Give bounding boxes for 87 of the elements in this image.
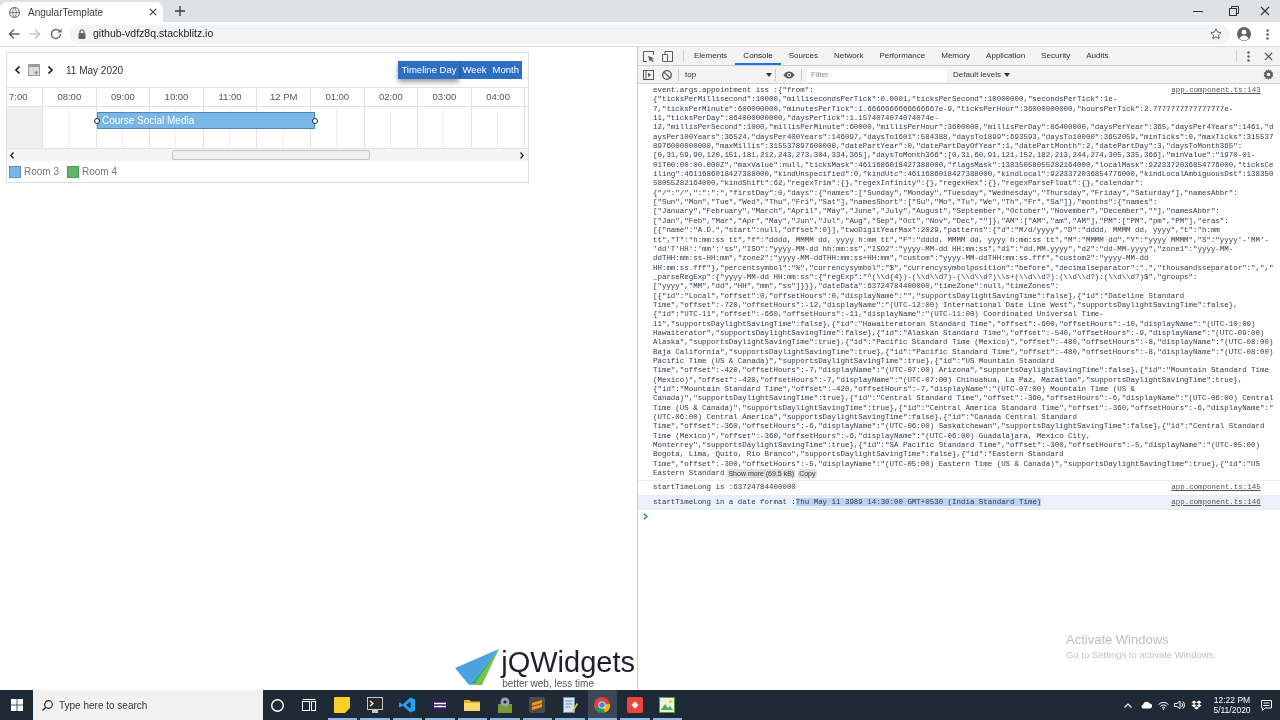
devtools-tab[interactable]: Audits — [1078, 47, 1117, 65]
four-squares-icon[interactable] — [10, 699, 23, 711]
filter-field[interactable]: Filter — [807, 67, 947, 82]
view-button[interactable]: Week — [459, 61, 490, 79]
cloud-icon[interactable] — [1140, 701, 1152, 709]
close-icon[interactable] — [1264, 51, 1273, 61]
close-icon[interactable] — [1260, 6, 1270, 16]
device-icon[interactable] — [662, 50, 673, 62]
logo-name: jQWidgets — [501, 646, 635, 678]
logo-tagline: better web, less time — [502, 678, 594, 689]
legend-label: Room 3 — [24, 165, 59, 179]
paper-plane-icon — [455, 649, 500, 685]
back-arrow-icon[interactable] — [8, 28, 20, 40]
gear-box-icon — [496, 697, 513, 713]
devtools-tab[interactable]: Performance — [871, 47, 934, 65]
resize-handle[interactable] — [94, 118, 100, 124]
close-icon[interactable] — [149, 8, 157, 16]
eye-icon[interactable] — [783, 70, 795, 79]
hour-label: 7:00 — [7, 88, 43, 106]
menu-icon[interactable] — [1247, 50, 1250, 62]
hour-label: 09:00 — [96, 88, 151, 106]
hour-label: 03:00 — [418, 88, 472, 106]
search-field[interactable]: Type here to search — [33, 690, 263, 720]
wifi-icon[interactable] — [1158, 700, 1169, 710]
scroll-left-icon[interactable] — [10, 151, 14, 159]
hour-label: 02:00 — [364, 88, 419, 106]
browser-tab[interactable]: AngularTemplate — [0, 2, 163, 22]
inspect-icon[interactable] — [643, 50, 654, 62]
scrollbar-thumb[interactable] — [172, 150, 370, 160]
notepad-icon — [561, 697, 578, 713]
caret-icon — [766, 72, 772, 77]
devtools-tab[interactable]: Security — [1033, 47, 1079, 65]
picture-icon — [659, 697, 676, 713]
lock-icon — [78, 29, 86, 39]
sidebar-icon[interactable] — [643, 69, 654, 80]
view-button[interactable]: Timeline Day — [398, 61, 460, 79]
minimize-icon[interactable] — [1193, 10, 1203, 12]
devtools-tab[interactable]: Elements — [686, 47, 736, 65]
resize-handle[interactable] — [312, 118, 318, 124]
view-button[interactable]: Month — [489, 61, 522, 79]
sticky-note-icon — [334, 697, 351, 713]
segmented-circle-icon — [594, 697, 611, 713]
hour-label: 10:00 — [150, 88, 204, 106]
settings-icon[interactable] — [1263, 69, 1274, 80]
task-view-icon[interactable] — [302, 699, 316, 711]
search-icon — [42, 699, 53, 711]
devtools-tab[interactable]: Memory — [933, 47, 979, 65]
diamonds-icon[interactable] — [1191, 700, 1202, 710]
ribbon-icon — [399, 697, 416, 713]
clear-icon[interactable] — [662, 69, 672, 80]
hour-label: 01:00 — [310, 88, 365, 106]
devtools-tab[interactable]: Sources — [780, 47, 827, 65]
speaker-icon[interactable] — [1174, 700, 1185, 710]
ring-icon[interactable] — [271, 698, 284, 712]
levels-dropdown[interactable]: Default levels — [953, 68, 1011, 81]
folder-icon — [464, 697, 481, 713]
globe-icon — [9, 6, 20, 18]
avatar-icon[interactable] — [1237, 27, 1251, 41]
taskbar-button[interactable] — [587, 690, 617, 720]
reload-icon[interactable] — [50, 28, 62, 40]
hour-label: 08:00 — [43, 88, 97, 106]
taskbar-clock[interactable]: 12:22 PM 5/11/2020 — [1208, 695, 1256, 715]
devtools-tab[interactable]: Network — [826, 47, 872, 65]
legend-label: Room 4 — [82, 165, 118, 179]
chevron-right-icon[interactable] — [48, 66, 53, 74]
devtools-tab[interactable]: Application — [978, 47, 1034, 65]
chevron-left-icon[interactable] — [15, 66, 20, 74]
activation-title: Activate Windows — [1066, 632, 1170, 647]
hour-label: 04:00 — [471, 88, 526, 106]
striped-circle-icon — [431, 697, 448, 713]
hour-label: 11:00 — [203, 88, 258, 106]
context-dropdown[interactable]: top — [684, 66, 775, 83]
notification-icon[interactable] — [1261, 699, 1272, 711]
hour-label: 12 PM — [257, 88, 311, 106]
star-icon[interactable] — [1210, 28, 1222, 40]
diamond-tile-icon — [626, 697, 643, 713]
date-label: 11 May 2020 — [66, 63, 124, 78]
plus-icon[interactable] — [175, 6, 185, 16]
scroll-right-icon[interactable] — [520, 151, 524, 159]
address-bar[interactable]: github-vdfz8q.stackblitz.io — [70, 24, 1230, 44]
menu-icon[interactable] — [1266, 28, 1269, 40]
caret-icon — [1004, 72, 1011, 77]
prompt-icon — [643, 512, 648, 520]
chevron-up-icon[interactable] — [1124, 702, 1132, 708]
terminal-icon — [366, 697, 383, 713]
restore-icon[interactable] — [1229, 6, 1239, 16]
stripes-tile-icon — [529, 697, 546, 713]
